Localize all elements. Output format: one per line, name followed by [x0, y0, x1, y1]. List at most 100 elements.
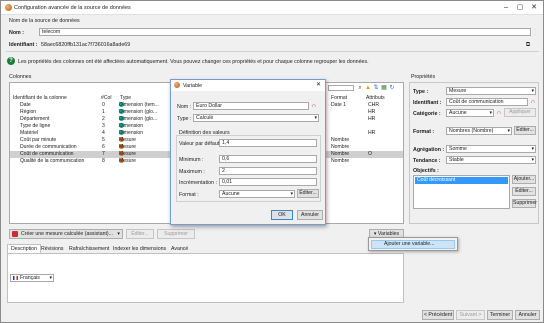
magnet-icon[interactable]: ∩ — [311, 103, 317, 109]
row-name: Département — [20, 116, 50, 122]
row-type-label: Mesure — [119, 158, 136, 164]
language-select[interactable]: Français ▾ — [10, 274, 54, 282]
properties-title: Propriétés — [411, 74, 436, 80]
dropdown-arrow-icon: ▾ — [507, 128, 510, 134]
source-name-heading: Nom de la source de données — [9, 18, 80, 24]
header-col[interactable]: #Col — [101, 95, 111, 102]
tab-advanced[interactable]: Avancé — [167, 244, 192, 253]
previous-button[interactable]: < Précédent — [422, 310, 454, 320]
tab-description[interactable]: Description — [7, 244, 41, 253]
row-name: Qualité de la communication — [20, 158, 85, 164]
objective-delete-button[interactable]: Supprimer — [512, 199, 537, 208]
tab-revisions[interactable]: Révisions — [37, 244, 68, 253]
group-icon[interactable]: ▦ — [381, 85, 387, 91]
source-name-input[interactable]: telecom — [39, 28, 531, 36]
row-name: Date — [20, 102, 31, 108]
category-select[interactable]: Aucune ▾ — [446, 109, 494, 117]
increment-input[interactable]: 0,01 — [219, 178, 317, 186]
max-input[interactable]: 2 — [219, 167, 317, 175]
objective-edit-button[interactable]: Éditer... — [512, 187, 536, 196]
aggregation-select[interactable]: Somme ▾ — [446, 145, 536, 153]
header-id[interactable]: Identifiant de la colonne — [13, 95, 67, 102]
copy-icon[interactable]: ⧉ — [525, 42, 531, 48]
ok-button[interactable]: OK — [271, 210, 293, 220]
row-col-index: 1 — [102, 109, 105, 115]
row-col-index: 8 — [102, 158, 105, 164]
columns-label: Colonnes — [9, 74, 32, 80]
min-input[interactable]: 0,6 — [219, 155, 317, 163]
finish-button[interactable]: Terminer — [487, 310, 513, 320]
name-label: Nom : — [9, 30, 25, 36]
help-icon: ? — [7, 57, 15, 65]
close-icon[interactable]: ✕ — [316, 81, 321, 88]
close-icon[interactable]: ✕ — [529, 3, 539, 12]
max-label: Maximum : — [179, 169, 205, 175]
dropdown-arrow-icon: ▾ — [49, 275, 52, 281]
var-format-select[interactable]: Aucune ▾ — [219, 190, 295, 198]
trend-select[interactable]: Stable ▾ — [446, 156, 536, 164]
row-type-label: Dimension — [119, 123, 144, 129]
format-value: Nombres (Nombre) — [449, 128, 494, 134]
minimize-icon[interactable]: – — [501, 3, 511, 12]
app-icon — [5, 4, 12, 11]
row-col-index: 2 — [102, 116, 105, 122]
aggregation-label: Agrégation : — [413, 147, 445, 153]
objective-item[interactable]: Coût décroissant — [415, 177, 508, 184]
create-measure-button[interactable]: Créer une mesure calculée (assistant)...… — [9, 229, 123, 239]
default-label: Valeur par défaut : — [179, 141, 223, 147]
row-format: Nombre — [331, 137, 350, 143]
row-col-index: 6 — [102, 144, 105, 150]
dropdown-arrow-icon: ▾ — [117, 231, 120, 237]
row-name: Matériel — [20, 130, 39, 136]
header-type[interactable]: Type — [120, 95, 131, 102]
header-format[interactable]: Format — [331, 95, 347, 102]
column-search-input[interactable] — [328, 85, 354, 91]
dropdown-arrow-icon: ▾ — [531, 157, 534, 163]
var-name-label: Nom : — [177, 104, 192, 110]
variables-menu: Ajouter une variable... — [368, 237, 458, 251]
next-button[interactable]: Suivant > — [456, 310, 485, 320]
window-title: Configuration avancée de la source de do… — [14, 5, 131, 11]
refresh-icon[interactable]: ↻ — [389, 85, 395, 91]
apply-button[interactable]: Appliquer — [504, 108, 536, 117]
warning-icon[interactable]: ▲ — [365, 85, 371, 91]
objectives-list[interactable]: Coût décroissant — [413, 175, 510, 209]
type-value: Mesure — [449, 88, 467, 94]
edit-measure-button[interactable]: Éditer... — [126, 229, 154, 239]
magnet-icon[interactable]: ∩ — [496, 110, 502, 116]
delete-measure-button[interactable]: Supprimer — [157, 229, 195, 239]
row-format: Nombre — [331, 151, 350, 157]
var-type-select[interactable]: Calculé ▾ — [193, 114, 319, 122]
trend-label: Tendance : — [413, 158, 441, 164]
type-select[interactable]: Mesure ▾ — [446, 87, 536, 95]
row-attributes: HR — [368, 109, 376, 115]
header-attributes[interactable]: Attributs — [366, 95, 385, 102]
increment-label: Incrémentation : — [179, 180, 217, 186]
sort-icon[interactable]: ⇅ — [373, 85, 379, 91]
tab-index-dimensions[interactable]: Indexer les dimensions — [109, 244, 170, 253]
min-label: Minimum : — [179, 157, 204, 163]
dialog-cancel-button[interactable]: Annuler — [297, 210, 323, 220]
row-type-label: Mesure — [119, 151, 136, 157]
search-icon[interactable]: ⌕ — [357, 85, 363, 91]
row-format: Nombre — [331, 158, 350, 164]
separator — [6, 51, 539, 52]
identifier-input[interactable]: Coût de communication — [446, 98, 528, 106]
format-label: Format : — [413, 129, 435, 135]
row-type-label: Mesure — [119, 137, 136, 143]
maximize-icon[interactable]: ▢ — [515, 3, 525, 12]
row-type-label: Dimension (tem... — [119, 102, 159, 108]
dropdown-arrow-icon: ▾ — [314, 115, 317, 121]
format-edit-button[interactable]: Éditer... — [514, 126, 536, 135]
var-type-label: Type : — [177, 116, 192, 122]
cancel-button[interactable]: Annuler — [515, 310, 540, 320]
var-name-input[interactable]: Euro Dollar — [193, 102, 309, 110]
objective-add-button[interactable]: Ajouter... — [512, 175, 536, 184]
format-select[interactable]: Nombres (Nombre) ▾ — [446, 127, 512, 135]
default-input[interactable]: 1,4 — [219, 139, 317, 147]
magnet-icon[interactable]: ∩ — [530, 99, 536, 105]
var-format-edit-button[interactable]: Éditer... — [297, 189, 319, 198]
add-variable-menu-item[interactable]: Ajouter une variable... — [371, 240, 455, 249]
tab-refresh[interactable]: Rafraîchissement — [65, 244, 113, 253]
row-type-label: Dimension (glo... — [119, 116, 158, 122]
